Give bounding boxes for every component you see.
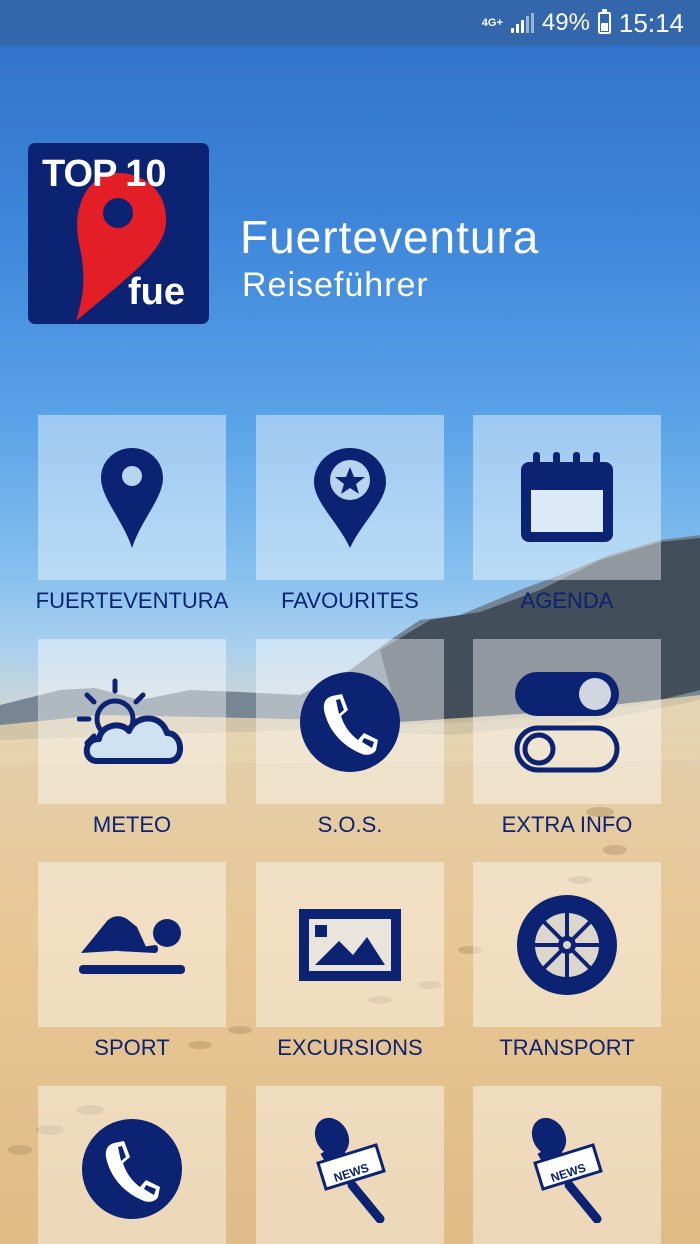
menu-tile-news-1[interactable]: NEWS xyxy=(241,1086,459,1244)
clock: 15:14 xyxy=(618,7,684,38)
menu-tile-sos[interactable]: S.O.S. xyxy=(241,639,459,840)
tile-icon-box: NEWS xyxy=(256,1086,444,1244)
network-type-indicator: 4G+ xyxy=(481,17,503,29)
menu-tile-fuerteventura[interactable]: FUERTEVENTURA xyxy=(23,415,241,616)
signal-strength-icon xyxy=(510,13,534,33)
menu-tile-sport[interactable]: SPORT xyxy=(23,862,241,1063)
app-subtitle: Reiseführer xyxy=(242,266,429,304)
battery-icon xyxy=(597,9,611,34)
menu-tile-phone[interactable] xyxy=(23,1086,241,1244)
tile-label: S.O.S. xyxy=(317,812,383,837)
calendar-icon xyxy=(521,451,613,542)
tile-label: EXTRA INFO xyxy=(501,812,633,837)
menu-tile-meteo[interactable]: METEO xyxy=(23,639,241,840)
tile-label: FUERTEVENTURA xyxy=(35,588,229,613)
menu-tile-favourites[interactable]: FAVOURITES xyxy=(241,415,459,616)
battery-percentage: 49% xyxy=(541,9,590,36)
app-logo: TOP 10 fue xyxy=(28,143,209,324)
tile-icon-box xyxy=(256,639,444,804)
star-pin-icon xyxy=(314,447,386,548)
tile-label: AGENDA xyxy=(520,588,614,613)
tile-label: SPORT xyxy=(94,1035,170,1060)
weather-icon xyxy=(77,678,183,764)
tile-icon-box xyxy=(38,639,226,804)
tile-icon-box xyxy=(473,415,661,580)
toggles-icon xyxy=(514,671,620,772)
picture-icon xyxy=(299,908,401,981)
tile-icon-box xyxy=(256,862,444,1027)
tile-label: EXCURSIONS xyxy=(277,1035,423,1060)
logo-bottom-text: fue xyxy=(128,271,185,313)
tile-icon-box xyxy=(256,415,444,580)
swimmer-icon xyxy=(79,915,185,974)
tile-label: FAVOURITES xyxy=(281,588,419,613)
phone-icon xyxy=(300,671,400,772)
logo-top-text: TOP 10 xyxy=(42,153,167,195)
app-title: Fuerteventura xyxy=(240,211,540,263)
menu-tile-news-2[interactable]: NEWS xyxy=(458,1086,676,1244)
phone-icon xyxy=(82,1118,182,1219)
news-microphone-icon: NEWS xyxy=(531,1117,603,1223)
tile-icon-box xyxy=(38,862,226,1027)
menu-tile-excursions[interactable]: EXCURSIONS xyxy=(241,862,459,1063)
news-microphone-icon: NEWS xyxy=(314,1117,386,1223)
tile-icon-box: NEWS xyxy=(473,1086,661,1244)
menu-tile-transport[interactable]: TRANSPORT xyxy=(458,862,676,1063)
wheel-icon xyxy=(517,894,617,995)
tile-icon-box xyxy=(473,862,661,1027)
tile-icon-box xyxy=(38,415,226,580)
tile-label: TRANSPORT xyxy=(499,1035,635,1060)
tile-label: METEO xyxy=(92,812,172,837)
tile-icon-box xyxy=(473,639,661,804)
tile-icon-box xyxy=(38,1086,226,1244)
menu-tile-extra-info[interactable]: EXTRA INFO xyxy=(458,639,676,840)
status-bar: 4G+ 49% 15:14 xyxy=(0,0,700,46)
menu-tile-agenda[interactable]: AGENDA xyxy=(458,415,676,616)
map-pin-icon xyxy=(101,447,163,548)
